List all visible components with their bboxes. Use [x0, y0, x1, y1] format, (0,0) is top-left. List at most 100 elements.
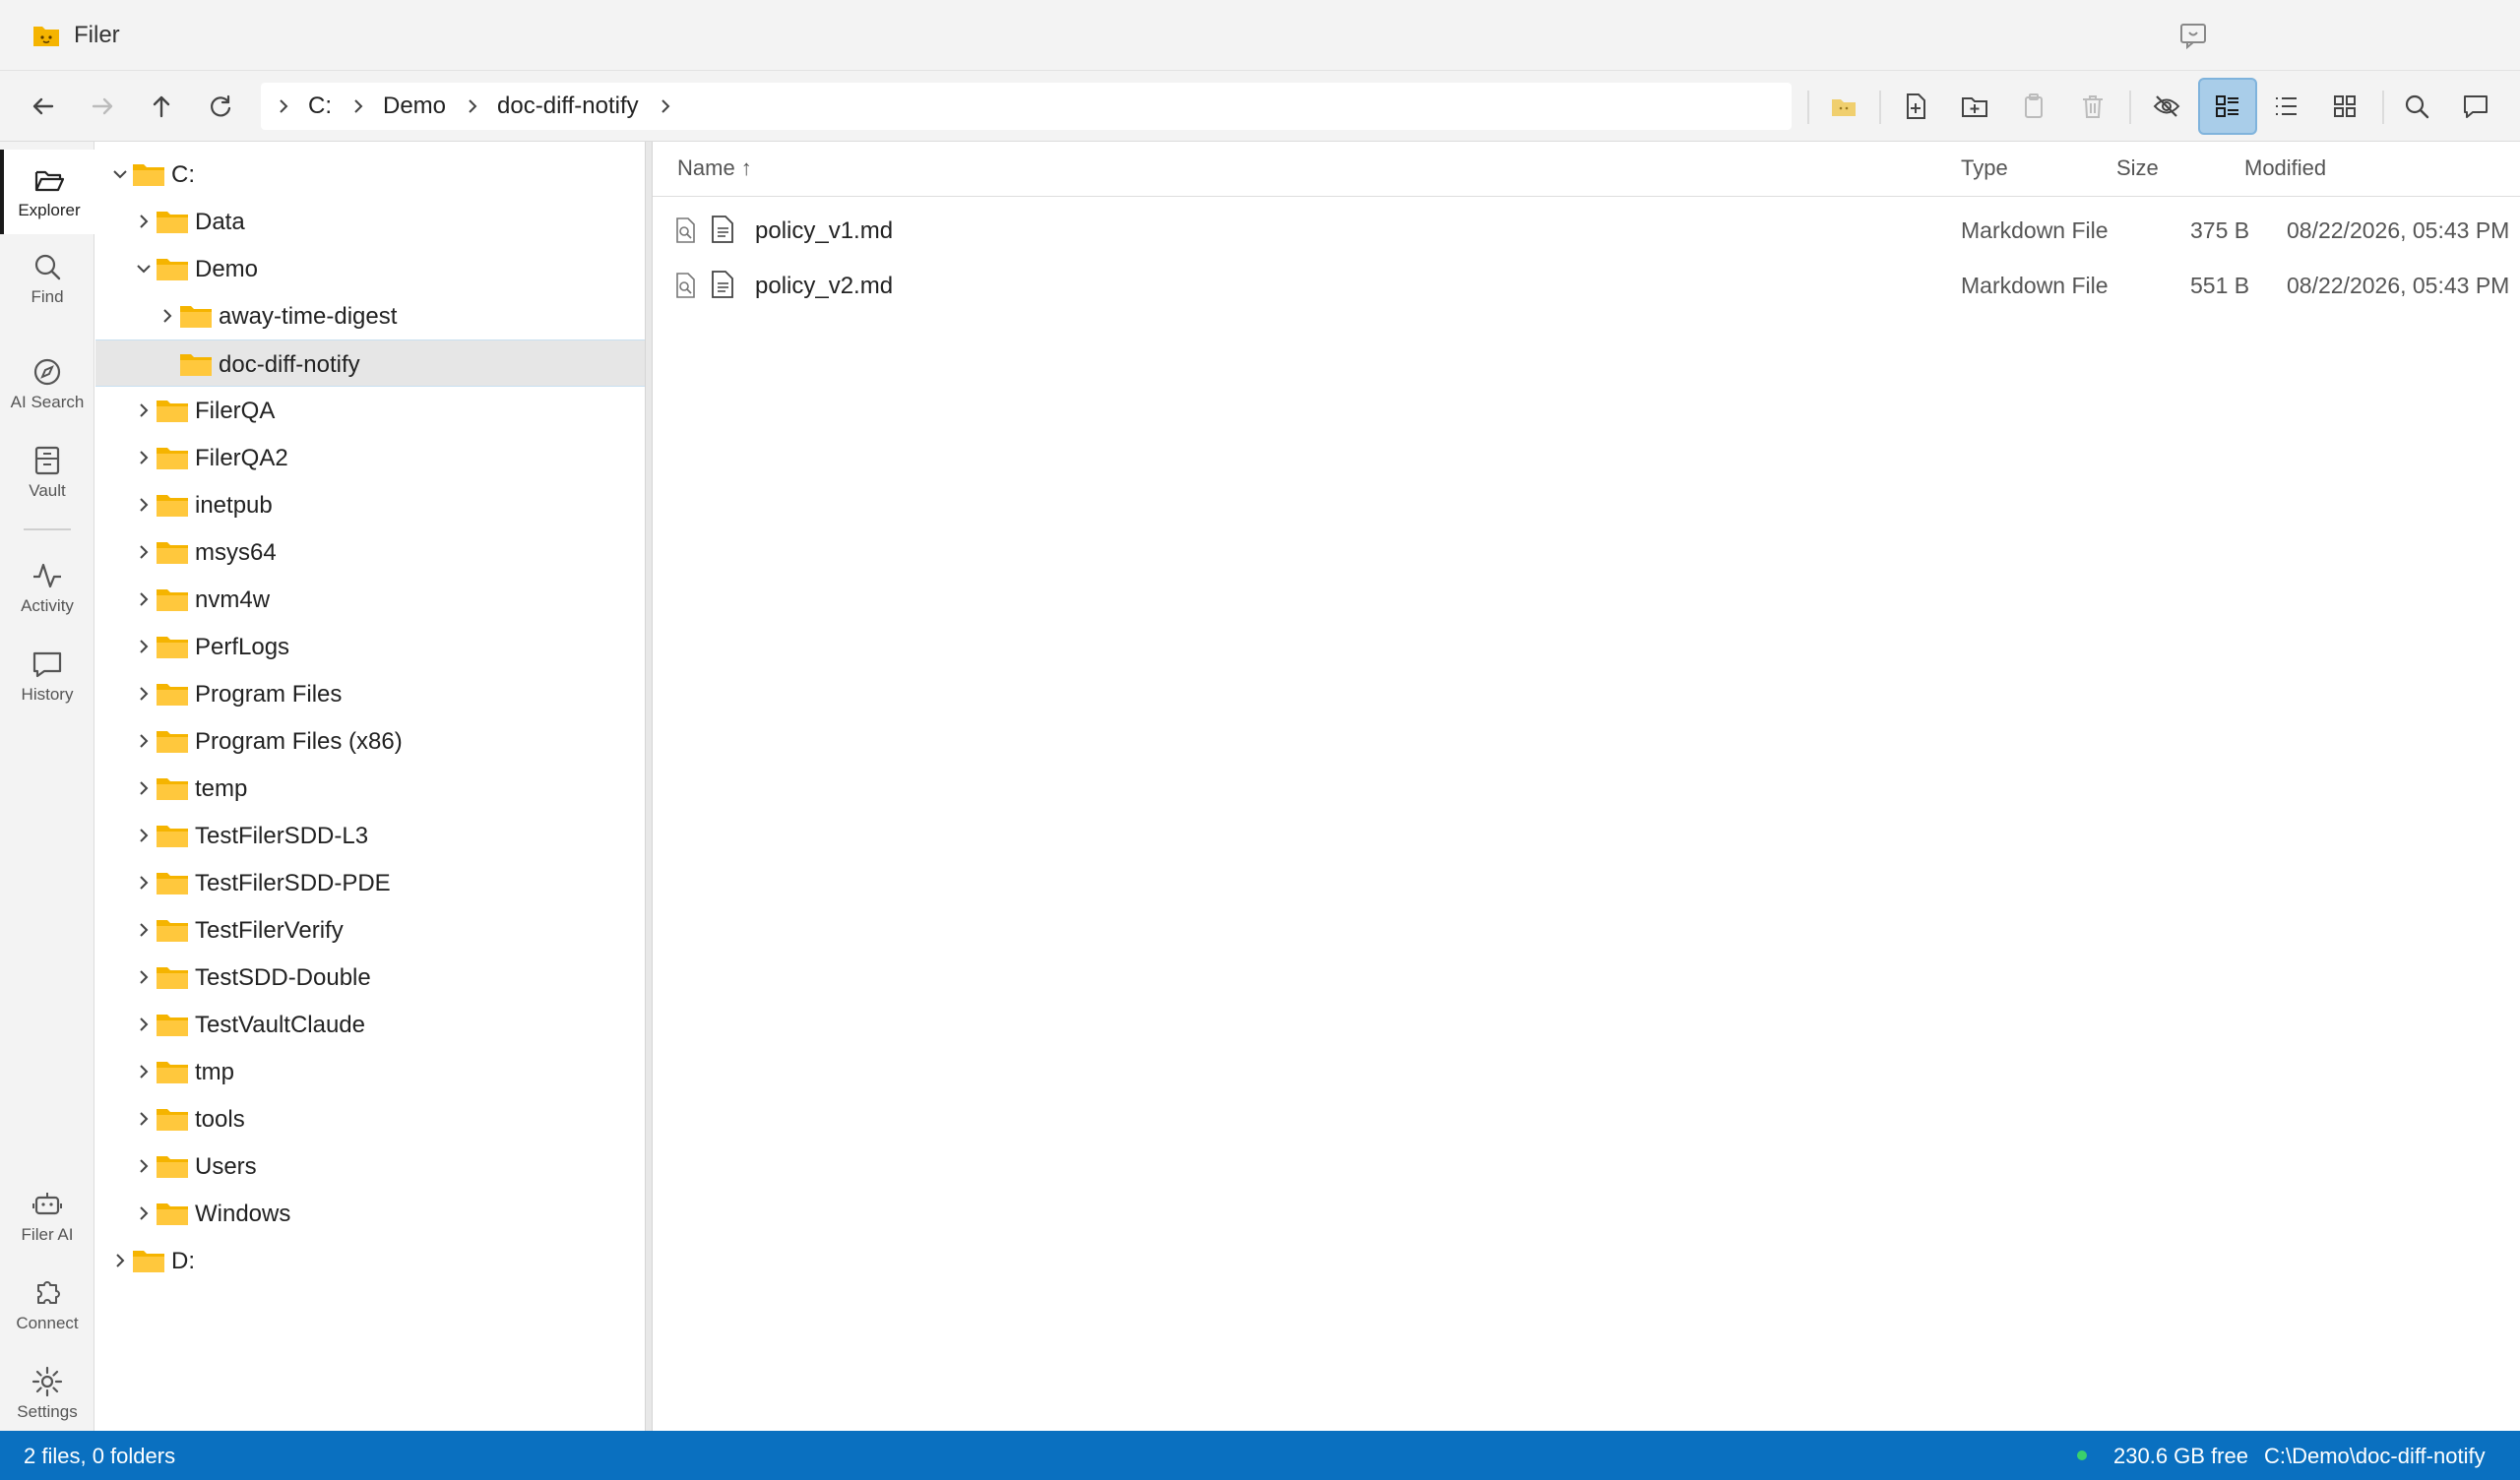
tree-item[interactable]: TestFilerSDD-L3: [95, 812, 647, 859]
chevron-right-icon[interactable]: [133, 919, 155, 941]
toggle-hidden-button[interactable]: [2145, 85, 2188, 128]
tree-item[interactable]: Program Files (x86): [95, 717, 647, 765]
folder-icon: [133, 1251, 164, 1272]
chevron-right-icon[interactable]: [133, 683, 155, 705]
chevron-right-icon[interactable]: [133, 636, 155, 657]
rail-connect[interactable]: Connect: [0, 1263, 94, 1347]
chevron-right-icon[interactable]: [133, 966, 155, 988]
chevron-right-icon[interactable]: [157, 305, 178, 327]
rail-find[interactable]: Find: [0, 236, 94, 321]
column-header-modified[interactable]: Modified: [2244, 155, 2326, 181]
rail-explorer[interactable]: Explorer: [0, 150, 94, 234]
tree-item-label: tools: [195, 1106, 245, 1133]
grid-view-button[interactable]: [2323, 85, 2366, 128]
chevron-right-icon[interactable]: [133, 211, 155, 232]
chevron-down-icon[interactable]: [109, 163, 131, 185]
open-folder-button[interactable]: [1822, 85, 1865, 128]
tree-item[interactable]: PerfLogs: [95, 623, 647, 670]
chevron-right-icon[interactable]: [109, 1250, 131, 1271]
chevron-right-icon[interactable]: [133, 1155, 155, 1177]
arrow-left-icon: [32, 97, 54, 115]
feedback-icon[interactable]: [2178, 22, 2208, 49]
tree-item[interactable]: D:: [95, 1237, 647, 1284]
folder-icon: [157, 401, 188, 422]
tree-item[interactable]: tools: [95, 1095, 647, 1142]
search-button[interactable]: [2395, 85, 2438, 128]
paste-button[interactable]: [2012, 85, 2055, 128]
markdown-file-icon: [712, 216, 733, 243]
chevron-right-icon[interactable]: [133, 872, 155, 894]
back-button[interactable]: [22, 85, 65, 128]
file-row[interactable]: policy_v2.md Markdown File 551 B 08/22/2026…: [653, 258, 2520, 313]
breadcrumb-item[interactable]: doc-diff-notify: [493, 92, 643, 120]
rail-history[interactable]: History: [0, 634, 94, 718]
column-header-name[interactable]: Name ↑: [677, 155, 752, 181]
forward-button[interactable]: [81, 85, 124, 128]
column-header-type[interactable]: Type: [1961, 155, 2008, 181]
tree-item[interactable]: Program Files: [95, 670, 647, 717]
breadcrumb-item[interactable]: C:: [304, 92, 336, 120]
delete-button[interactable]: [2071, 85, 2114, 128]
tree-item[interactable]: TestSDD-Double: [95, 954, 647, 1001]
rail-divider: [24, 528, 71, 530]
tree-item[interactable]: TestFilerSDD-PDE: [95, 859, 647, 906]
list-view-button[interactable]: [2264, 85, 2307, 128]
rail-vault[interactable]: Vault: [0, 430, 94, 515]
tree-item[interactable]: away-time-digest: [95, 292, 647, 339]
chat-button[interactable]: [2454, 85, 2497, 128]
tree-item[interactable]: Windows: [95, 1190, 647, 1237]
tree-item-label: TestVaultClaude: [195, 1012, 365, 1038]
tree-item[interactable]: FilerQA2: [95, 434, 647, 481]
chevron-right-icon[interactable]: [133, 588, 155, 610]
tree-item[interactable]: TestVaultClaude: [95, 1001, 647, 1048]
tree-item-label: Windows: [195, 1201, 291, 1227]
breadcrumb-item[interactable]: Demo: [379, 92, 450, 120]
tree-item[interactable]: C:: [95, 151, 647, 198]
tree-item[interactable]: msys64: [95, 528, 647, 576]
rail-ai-search[interactable]: AI Search: [0, 341, 94, 426]
tree-item[interactable]: temp: [95, 765, 647, 812]
folder-icon: [157, 542, 188, 564]
up-button[interactable]: [140, 85, 183, 128]
markdown-file-icon: [712, 271, 733, 298]
tree-item[interactable]: FilerQA: [95, 387, 647, 434]
chevron-right-icon[interactable]: [133, 1108, 155, 1130]
column-header-size[interactable]: Size: [2116, 155, 2159, 181]
details-view-button[interactable]: [2198, 78, 2257, 135]
new-folder-button[interactable]: [1953, 85, 1996, 128]
file-row[interactable]: policy_v1.md Markdown File 375 B 08/22/2026…: [653, 203, 2520, 258]
chevron-right-icon[interactable]: [655, 95, 676, 117]
folder-icon: [157, 1109, 188, 1131]
rail-activity[interactable]: Activity: [0, 545, 94, 630]
chevron-right-icon[interactable]: [133, 494, 155, 516]
refresh-button[interactable]: [199, 85, 242, 128]
chevron-right-icon[interactable]: [133, 777, 155, 799]
rail-label: Settings: [17, 1402, 78, 1421]
new-file-button[interactable]: [1894, 85, 1937, 128]
rail-settings[interactable]: Settings: [0, 1351, 94, 1436]
chevron-right-icon[interactable]: [133, 400, 155, 421]
chevron-right-icon[interactable]: [133, 825, 155, 846]
activity-icon: [33, 563, 61, 588]
chevron-right-icon[interactable]: [133, 447, 155, 468]
tree-item[interactable]: tmp: [95, 1048, 647, 1095]
pane-splitter[interactable]: [645, 142, 653, 1431]
chevron-right-icon[interactable]: [133, 730, 155, 752]
tree-item[interactable]: TestFilerVerify: [95, 906, 647, 954]
chevron-right-icon[interactable]: [133, 1061, 155, 1082]
tree-item[interactable]: inetpub: [95, 481, 647, 528]
address-bar[interactable]: C: Demo doc-diff-notify: [261, 83, 1792, 130]
chevron-right-icon[interactable]: [133, 1014, 155, 1035]
tree-item[interactable]: Demo: [95, 245, 647, 292]
chevron-down-icon[interactable]: [133, 258, 155, 279]
tree-item-label: Data: [195, 209, 245, 235]
rail-filer-ai[interactable]: Filer AI: [0, 1174, 94, 1259]
tree-item-label: TestFilerSDD-L3: [195, 823, 369, 849]
tree-item[interactable]: Users: [95, 1142, 647, 1190]
chevron-right-icon[interactable]: [133, 541, 155, 563]
tree-item[interactable]: nvm4w: [95, 576, 647, 623]
tree-item[interactable]: doc-diff-notify: [95, 339, 647, 387]
folder-icon: [157, 826, 188, 847]
tree-item[interactable]: Data: [95, 198, 647, 245]
chevron-right-icon[interactable]: [133, 1202, 155, 1224]
